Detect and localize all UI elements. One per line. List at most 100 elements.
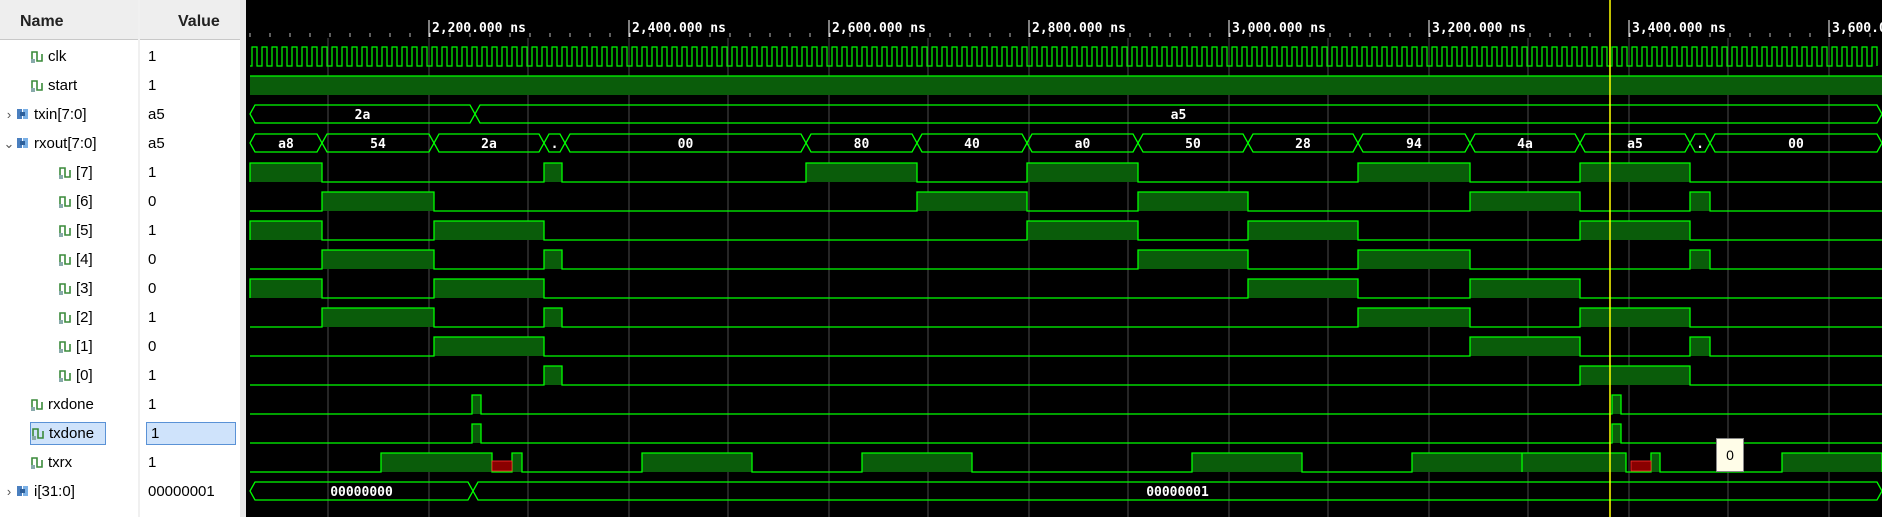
expand-chevron-icon[interactable]: ›: [2, 477, 16, 506]
signal-value[interactable]: 1: [148, 158, 156, 187]
bit-signal-icon: [30, 451, 44, 469]
rxout-bus-value-label: 50: [1185, 137, 1201, 152]
i-bus-value-label: 00000001: [1146, 485, 1209, 500]
signal-name: [3]: [76, 280, 93, 297]
signal-row-clk[interactable]: clk: [30, 42, 66, 71]
bit2-high-fill: [1580, 308, 1690, 327]
signal-row-6[interactable]: [6]: [58, 187, 93, 216]
signal-row-2[interactable]: [2]: [58, 303, 93, 332]
signal-value[interactable]: a5: [148, 100, 165, 129]
bit6-high-fill: [1690, 192, 1710, 211]
signal-value[interactable]: 00000001: [148, 477, 215, 506]
signal-row-5[interactable]: [5]: [58, 216, 93, 245]
bit4-high-fill: [1690, 250, 1710, 269]
bit3-high-fill: [434, 279, 544, 298]
signal-value[interactable]: 1: [148, 216, 156, 245]
txrx-high-fill: [512, 453, 522, 472]
value-tooltip: 0: [1716, 438, 1744, 472]
bit5-high-fill: [434, 221, 544, 240]
signal-value[interactable]: 1: [148, 361, 156, 390]
rxout-bus-value-label: 54: [370, 137, 386, 152]
bit2-high-fill: [322, 308, 434, 327]
name-panel: Name clk start › txin[7:0] ⌄ rxout[7:0] [7] [6]…: [0, 0, 140, 517]
collapse-chevron-icon[interactable]: ⌄: [2, 129, 16, 158]
signal-name: [7]: [76, 164, 93, 181]
signal-value[interactable]: 1: [148, 42, 156, 71]
waveform-canvas[interactable]: 2,200.000 ns 2,400.000 ns 2,600.000 ns 2,80…: [246, 0, 1882, 517]
signal-value[interactable]: 1: [146, 422, 236, 445]
signal-value[interactable]: 0: [148, 332, 156, 361]
bit7-high-fill: [544, 163, 562, 182]
signal-value[interactable]: 0: [148, 187, 156, 216]
signal-row-0[interactable]: [0]: [58, 361, 93, 390]
bit7-high-fill: [1580, 163, 1690, 182]
rxout-bus-value-label: 2a: [481, 137, 497, 152]
expand-chevron-icon[interactable]: ›: [2, 100, 16, 129]
bit-signal-icon: [58, 335, 72, 353]
signal-row-4[interactable]: [4]: [58, 245, 93, 274]
bit4-trace: [250, 249, 1882, 270]
rxdone-high-fill: [472, 395, 481, 414]
rxout-bus-value-label: a0: [1075, 137, 1091, 152]
signal-value[interactable]: 0: [148, 245, 156, 274]
txin-bus-value-label: a5: [1171, 108, 1187, 123]
rxout-bus-value-label: .: [551, 137, 559, 152]
rxout-bus-value-label: 00: [678, 137, 694, 152]
rxout-bus-value-label: 80: [854, 137, 870, 152]
bit-signal-icon: [31, 425, 45, 441]
signal-value[interactable]: 1: [148, 71, 156, 100]
name-column-header[interactable]: Name: [0, 0, 138, 40]
signal-name: txrx: [48, 454, 73, 471]
signal-value[interactable]: 0: [148, 274, 156, 303]
signal-row-start[interactable]: start: [30, 71, 77, 100]
signal-row-3[interactable]: [3]: [58, 274, 93, 303]
waveform-area[interactable]: 2,200.000 ns 2,400.000 ns 2,600.000 ns 2,80…: [246, 0, 1882, 517]
bit-signal-icon: [58, 248, 72, 266]
bit7-high-fill: [806, 163, 917, 182]
rxout-bus-value-label: a5: [1627, 137, 1643, 152]
signal-row-rxdone[interactable]: rxdone: [30, 390, 94, 419]
signal-value[interactable]: 1: [148, 448, 156, 477]
signal-name: rxdone: [48, 396, 94, 413]
rxout-bus-value-label: 4a: [1517, 137, 1533, 152]
txdone-high-fill: [472, 424, 481, 443]
bit6-high-fill: [1138, 192, 1248, 211]
bus-signal-icon: [16, 132, 30, 148]
signal-name: [1]: [76, 338, 93, 355]
signal-row-1[interactable]: [1]: [58, 332, 93, 361]
bit3-high-fill: [1470, 279, 1580, 298]
bit-signal-icon: [58, 306, 72, 324]
signal-row-txrx[interactable]: txrx: [30, 448, 72, 477]
signal-value[interactable]: a5: [148, 129, 165, 158]
txrx-high-fill: [1651, 453, 1660, 472]
signal-row-txdone[interactable]: txdone: [30, 422, 106, 445]
bit-signal-icon: [30, 74, 44, 92]
ruler-label: 3,200.000 ns: [1432, 21, 1526, 36]
bit2-high-fill: [1358, 308, 1470, 327]
value-column-header[interactable]: Value: [140, 0, 240, 40]
signal-value[interactable]: 1: [148, 390, 156, 419]
signal-row-7[interactable]: [7]: [58, 158, 93, 187]
ruler-label: 2,800.000 ns: [1032, 21, 1126, 36]
signal-row-i310[interactable]: › i[31:0]: [2, 477, 75, 506]
signal-row-txin70[interactable]: › txin[7:0]: [2, 100, 87, 129]
bit5-high-fill: [1248, 221, 1358, 240]
signal-value[interactable]: 1: [148, 303, 156, 332]
bit7-high-fill: [250, 163, 322, 182]
signal-name: [6]: [76, 193, 93, 210]
bit4-high-fill: [1358, 250, 1470, 269]
clk-trace: [250, 46, 1878, 67]
signal-row-rxout70[interactable]: ⌄ rxout[7:0]: [2, 129, 97, 158]
bit1-high-fill: [1470, 337, 1580, 356]
bit4-high-fill: [544, 250, 562, 269]
bit2-high-fill: [544, 308, 562, 327]
start-high-fill: [250, 76, 1882, 95]
signal-name: clk: [48, 48, 67, 65]
bit0-high-fill: [1580, 366, 1690, 385]
rxout-bus-value-label: 40: [964, 137, 980, 152]
bit-signal-icon: [58, 161, 72, 179]
txdone-high-fill: [1612, 424, 1621, 443]
bit7-high-fill: [1027, 163, 1138, 182]
signal-name: txdone: [49, 425, 95, 442]
signal-name: [0]: [76, 367, 93, 384]
